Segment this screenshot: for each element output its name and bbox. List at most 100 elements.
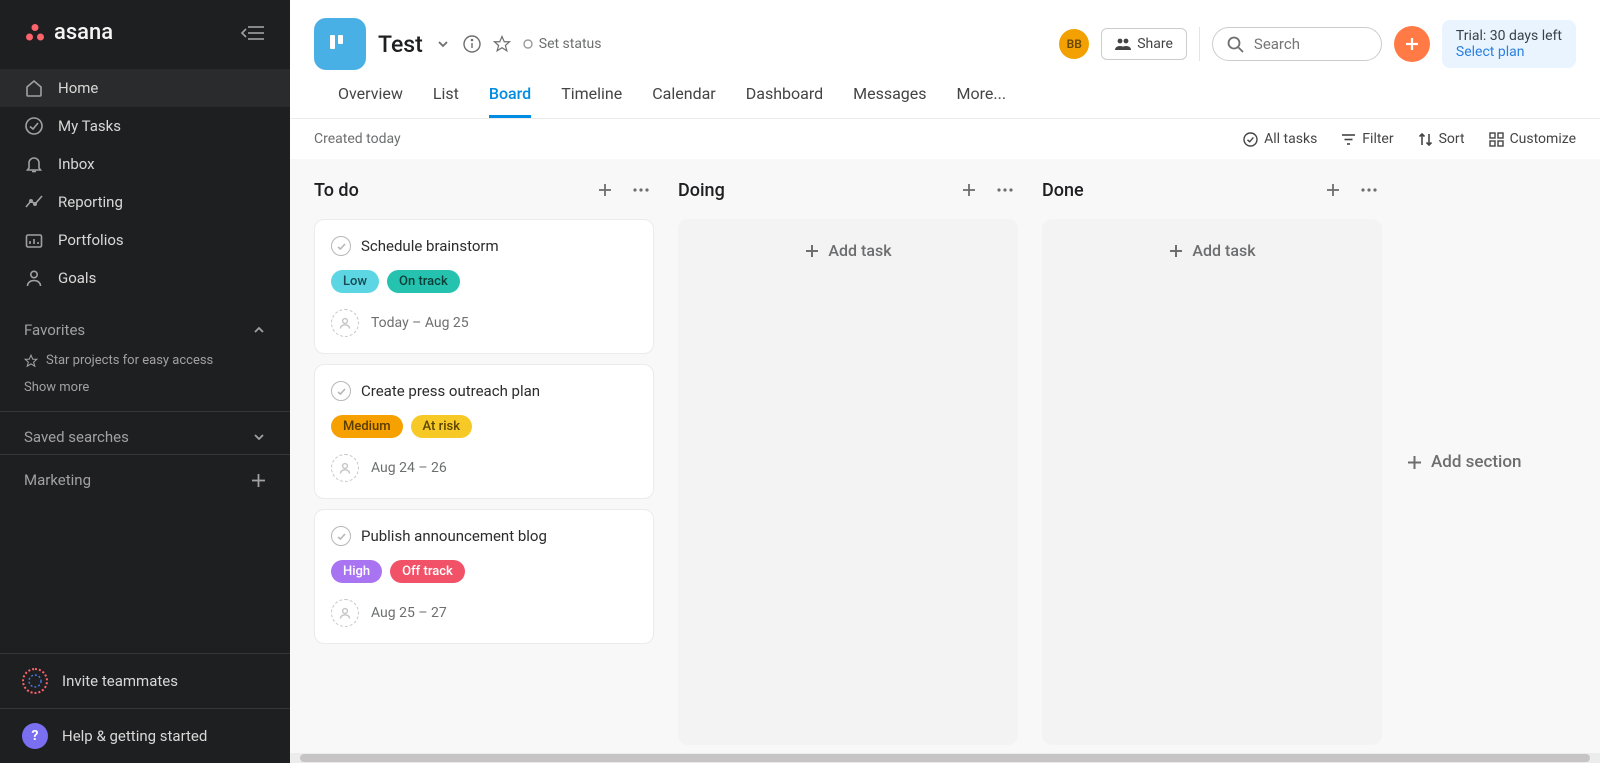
toolbar-right: All tasks Filter Sort Customize: [1243, 131, 1576, 147]
date-range[interactable]: Aug 25 – 27: [371, 605, 447, 621]
column-menu-icon[interactable]: [992, 177, 1018, 203]
help-button[interactable]: ? Help & getting started: [0, 708, 290, 763]
tag[interactable]: Low: [331, 270, 379, 293]
horizontal-scrollbar[interactable]: [290, 753, 1600, 763]
customize-button[interactable]: Customize: [1489, 131, 1576, 147]
global-add-button[interactable]: [1394, 26, 1430, 62]
all-tasks-filter[interactable]: All tasks: [1243, 131, 1317, 147]
sidebar-item-inbox[interactable]: Inbox: [0, 145, 290, 183]
card-title: Create press outreach plan: [361, 382, 540, 400]
column-done: Done Add task: [1042, 177, 1382, 745]
tab-overview[interactable]: Overview: [338, 84, 403, 118]
project-board-icon[interactable]: [314, 18, 366, 70]
sidebar-item-portfolios[interactable]: Portfolios: [0, 221, 290, 259]
sidebar-section-saved-searches[interactable]: Saved searches: [0, 411, 290, 454]
nav-item-label: Home: [58, 79, 98, 97]
card-tags: High Off track: [331, 560, 637, 583]
tab-dashboard[interactable]: Dashboard: [746, 84, 823, 118]
asana-dots-icon: [24, 22, 46, 44]
column-header: Done: [1042, 177, 1382, 203]
invite-icon: [22, 668, 48, 694]
share-button[interactable]: Share: [1101, 28, 1187, 60]
tab-timeline[interactable]: Timeline: [561, 84, 622, 118]
workspace-label: Marketing: [24, 471, 91, 489]
tag[interactable]: High: [331, 560, 382, 583]
favorites-label: Favorites: [24, 321, 85, 339]
tab-more[interactable]: More...: [957, 84, 1007, 118]
help-icon: ?: [22, 723, 48, 749]
search-box[interactable]: [1212, 27, 1382, 61]
tab-board[interactable]: Board: [489, 84, 531, 118]
tab-messages[interactable]: Messages: [853, 84, 926, 118]
chevron-down-icon[interactable]: [435, 36, 451, 52]
star-icon[interactable]: [493, 35, 511, 53]
sidebar-item-goals[interactable]: Goals: [0, 259, 290, 297]
task-card[interactable]: Create press outreach plan Medium At risk A…: [314, 364, 654, 499]
column-menu-icon[interactable]: [1356, 177, 1382, 203]
collapse-sidebar-icon[interactable]: [240, 23, 266, 43]
tag[interactable]: Off track: [390, 560, 465, 583]
tag[interactable]: On track: [387, 270, 460, 293]
tag[interactable]: At risk: [411, 415, 472, 438]
nav-item-label: Portfolios: [58, 231, 124, 249]
plus-icon[interactable]: [251, 473, 266, 488]
column-title[interactable]: Doing: [678, 180, 946, 201]
column-menu-icon[interactable]: [628, 177, 654, 203]
sidebar-section-favorites[interactable]: Favorites: [0, 305, 290, 347]
assignee-empty-icon[interactable]: [331, 309, 359, 337]
sidebar-item-home[interactable]: Home: [0, 69, 290, 107]
complete-task-icon[interactable]: [331, 526, 351, 546]
sidebar-section-workspace[interactable]: Marketing: [0, 454, 290, 497]
complete-task-icon[interactable]: [331, 236, 351, 256]
invite-teammates-button[interactable]: Invite teammates: [0, 653, 290, 708]
sidebar-item-reporting[interactable]: Reporting: [0, 183, 290, 221]
task-card[interactable]: Schedule brainstorm Low On track Today – Au…: [314, 219, 654, 354]
add-task-button[interactable]: Add task: [804, 241, 891, 260]
chevron-down-icon: [252, 430, 266, 444]
sidebar-top: asana: [0, 0, 290, 61]
select-plan-link[interactable]: Select plan: [1456, 44, 1562, 60]
complete-task-icon[interactable]: [331, 381, 351, 401]
empty-column-dropzone[interactable]: Add task: [1042, 219, 1382, 745]
grid-icon: [1489, 132, 1504, 147]
card-title: Schedule brainstorm: [361, 237, 499, 255]
nav-item-label: My Tasks: [58, 117, 121, 135]
add-section-button[interactable]: Add section: [1406, 177, 1522, 745]
assignee-empty-icon[interactable]: [331, 454, 359, 482]
sort-button[interactable]: Sort: [1418, 131, 1465, 147]
project-title[interactable]: Test: [378, 31, 423, 58]
saved-searches-label: Saved searches: [24, 428, 129, 446]
nav-item-label: Inbox: [58, 155, 95, 173]
sidebar-item-my-tasks[interactable]: My Tasks: [0, 107, 290, 145]
column-title[interactable]: Done: [1042, 180, 1310, 201]
empty-column-dropzone[interactable]: Add task: [678, 219, 1018, 745]
column-to-do: To do Schedule brainstorm Low On track Today…: [314, 177, 654, 745]
filter-button[interactable]: Filter: [1341, 131, 1393, 147]
card-tags: Low On track: [331, 270, 637, 293]
tab-calendar[interactable]: Calendar: [652, 84, 715, 118]
people-icon: [1115, 37, 1131, 51]
add-task-icon[interactable]: [592, 177, 618, 203]
add-task-icon[interactable]: [956, 177, 982, 203]
created-label: Created today: [314, 131, 401, 147]
asana-logo[interactable]: asana: [24, 20, 113, 45]
add-task-button[interactable]: Add task: [1168, 241, 1255, 260]
board-toolbar: Created today All tasks Filter Sort Cust…: [290, 118, 1600, 159]
nav-item-label: Goals: [58, 269, 96, 287]
add-task-icon[interactable]: [1320, 177, 1346, 203]
search-input[interactable]: [1254, 35, 1367, 53]
show-more-link[interactable]: Show more: [0, 374, 290, 401]
task-card[interactable]: Publish announcement blog High Off track Au…: [314, 509, 654, 644]
date-range[interactable]: Today – Aug 25: [371, 315, 469, 331]
tag[interactable]: Medium: [331, 415, 403, 438]
set-status-button[interactable]: Set status: [523, 36, 602, 52]
assignee-empty-icon[interactable]: [331, 599, 359, 627]
avatar[interactable]: BB: [1059, 29, 1089, 59]
project-header: Test Set status BB: [290, 0, 1600, 118]
tab-list[interactable]: List: [433, 84, 459, 118]
column-title[interactable]: To do: [314, 180, 582, 201]
info-icon[interactable]: [463, 35, 481, 53]
card-title-row: Publish announcement blog: [331, 526, 637, 546]
date-range[interactable]: Aug 24 – 26: [371, 460, 447, 476]
column-doing: Doing Add task: [678, 177, 1018, 745]
